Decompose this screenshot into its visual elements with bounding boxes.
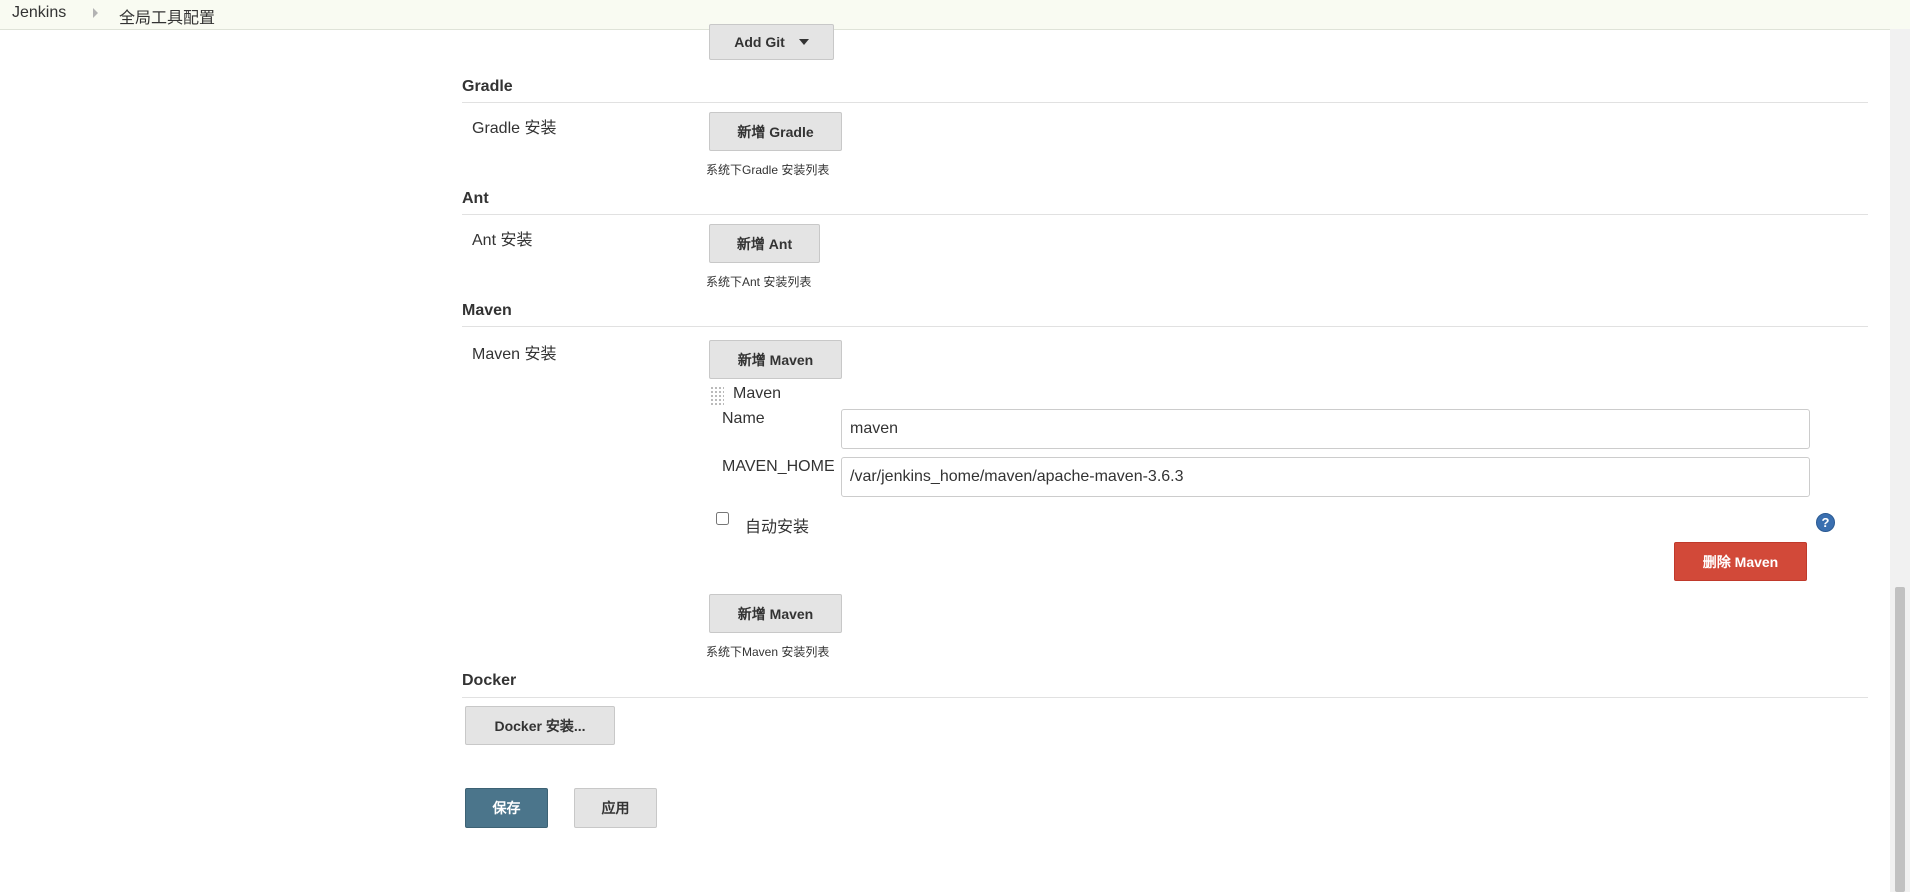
apply-button[interactable]: 应用: [574, 788, 657, 828]
add-gradle-button[interactable]: 新增 Gradle: [709, 112, 842, 151]
add-ant-button[interactable]: 新增 Ant: [709, 224, 820, 263]
maven-name-label: Name: [722, 410, 765, 427]
ant-hint: 系统下Ant 安装列表: [706, 275, 812, 289]
scrollbar-thumb[interactable]: [1895, 587, 1905, 892]
section-title-gradle: Gradle: [462, 78, 513, 95]
breadcrumb-current-page[interactable]: 全局工具配置: [119, 4, 215, 28]
save-button[interactable]: 保存: [465, 788, 548, 828]
maven-hint: 系统下Maven 安装列表: [706, 645, 830, 659]
auto-install-checkbox[interactable]: [716, 512, 729, 525]
add-git-label: Add Git: [734, 34, 785, 50]
delete-maven-button[interactable]: 删除 Maven: [1674, 542, 1807, 581]
section-divider: [462, 326, 1868, 327]
help-icon[interactable]: ?: [1816, 513, 1835, 532]
section-divider: [462, 214, 1868, 215]
global-tool-configuration-page: Jenkins 全局工具配置 Add Git Gradle Gradle 安装 …: [0, 0, 1910, 892]
maven-installation-title: Maven: [733, 385, 782, 402]
vertical-scrollbar[interactable]: [1890, 29, 1910, 892]
gradle-hint: 系统下Gradle 安装列表: [706, 163, 830, 177]
breadcrumb-chevron-right-icon: [93, 8, 98, 18]
add-maven-button-bottom[interactable]: 新增 Maven: [709, 594, 842, 633]
section-divider: [462, 102, 1868, 103]
section-title-maven: Maven: [462, 302, 512, 319]
auto-install-label: 自动安装: [745, 519, 810, 536]
maven-name-input[interactable]: [841, 409, 1810, 449]
caret-down-icon: [798, 39, 809, 45]
drag-handle-icon[interactable]: [710, 386, 724, 406]
section-title-ant: Ant: [462, 190, 489, 207]
gradle-install-label: Gradle 安装: [472, 120, 557, 137]
docker-install-button[interactable]: Docker 安装...: [465, 706, 615, 745]
maven-install-label: Maven 安装: [472, 346, 557, 363]
section-title-docker: Docker: [462, 672, 517, 689]
maven-home-label: MAVEN_HOME: [722, 458, 835, 475]
add-maven-button-top[interactable]: 新增 Maven: [709, 340, 842, 379]
breadcrumb: Jenkins 全局工具配置: [0, 0, 1910, 30]
maven-home-input[interactable]: [841, 457, 1810, 497]
add-git-button[interactable]: Add Git: [709, 24, 834, 60]
ant-install-label: Ant 安装: [472, 232, 533, 249]
breadcrumb-jenkins-link[interactable]: Jenkins: [12, 4, 66, 22]
section-divider: [462, 697, 1868, 698]
